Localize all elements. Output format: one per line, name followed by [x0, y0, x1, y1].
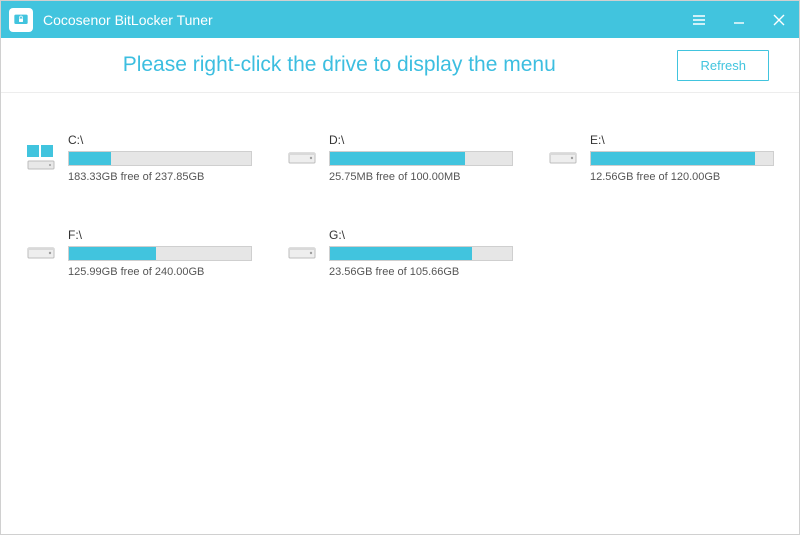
drive-item[interactable]: E:\ 12.56GB free of 120.00GB — [548, 133, 774, 183]
titlebar: Cocosenor BitLocker Tuner — [1, 1, 799, 38]
hdd-icon — [26, 243, 58, 263]
minimize-button[interactable] — [719, 1, 759, 38]
drive-status: 183.33GB free of 237.85GB — [68, 171, 252, 183]
drive-item[interactable]: D:\ 25.75MB free of 100.00MB — [287, 133, 513, 183]
drive-status: 23.56GB free of 105.66GB — [329, 266, 513, 278]
refresh-button[interactable]: Refresh — [677, 50, 769, 81]
hdd-icon — [287, 243, 319, 263]
drive-label: G:\ — [329, 228, 513, 242]
hdd-icon — [287, 148, 319, 168]
menu-button[interactable] — [679, 1, 719, 38]
drive-label: C:\ — [68, 133, 252, 147]
drive-list: C:\ 183.33GB free of 237.85GB D:\ 25.75MB f… — [1, 93, 799, 298]
drive-status: 25.75MB free of 100.00MB — [329, 171, 513, 183]
app-title: Cocosenor BitLocker Tuner — [43, 12, 213, 28]
drive-item[interactable]: G:\ 23.56GB free of 105.66GB — [287, 228, 513, 278]
usage-bar — [68, 151, 252, 166]
drive-label: F:\ — [68, 228, 252, 242]
instruction-text: Please right-click the drive to display … — [1, 53, 677, 77]
drive-label: E:\ — [590, 133, 774, 147]
drive-item[interactable]: C:\ 183.33GB free of 237.85GB — [26, 133, 252, 183]
usage-bar — [590, 151, 774, 166]
usage-bar — [68, 246, 252, 261]
subheader: Please right-click the drive to display … — [1, 38, 799, 93]
usage-bar — [329, 246, 513, 261]
drive-status: 125.99GB free of 240.00GB — [68, 266, 252, 278]
drive-item[interactable]: F:\ 125.99GB free of 240.00GB — [26, 228, 252, 278]
usage-bar — [329, 151, 513, 166]
drive-status: 12.56GB free of 120.00GB — [590, 171, 774, 183]
hdd-icon — [548, 148, 580, 168]
os-drive-icon — [26, 143, 58, 173]
drive-label: D:\ — [329, 133, 513, 147]
close-button[interactable] — [759, 1, 799, 38]
app-logo-icon — [9, 8, 33, 32]
